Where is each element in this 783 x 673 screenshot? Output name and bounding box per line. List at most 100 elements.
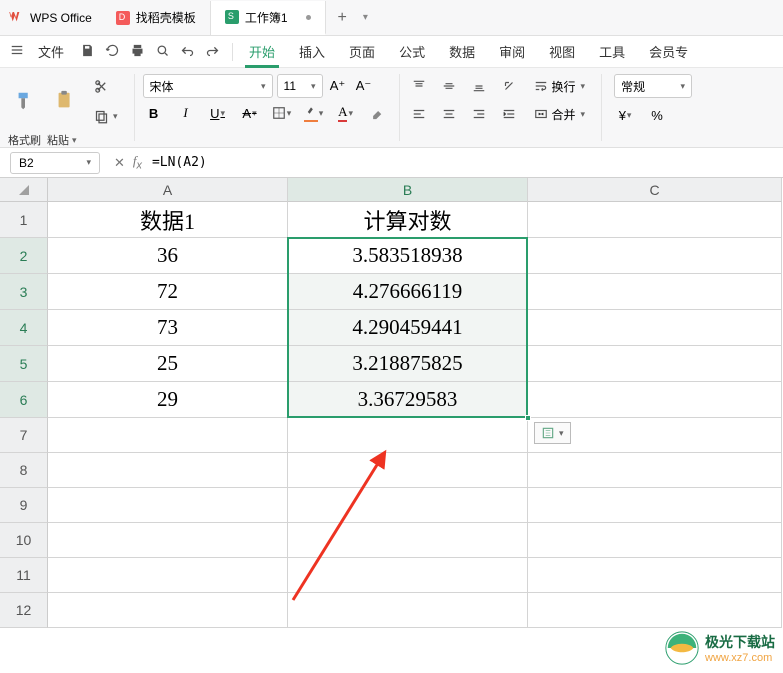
cell-C12[interactable]	[528, 593, 782, 628]
format-painter-button[interactable]	[8, 86, 42, 116]
cell-B9[interactable]	[288, 488, 528, 523]
fx-icon[interactable]: fx	[133, 153, 142, 172]
cell-B6[interactable]: 3.36729583	[288, 382, 528, 418]
cell-B11[interactable]	[288, 558, 528, 593]
cell-C11[interactable]	[528, 558, 782, 593]
cell-A11[interactable]	[48, 558, 288, 593]
cell-B7[interactable]	[288, 418, 528, 453]
cell-A2[interactable]: 36	[48, 238, 288, 274]
cell-A10[interactable]	[48, 523, 288, 558]
cell-B2[interactable]: 3.583518938	[288, 238, 528, 274]
cell-B4[interactable]: 4.290459441	[288, 310, 528, 346]
bold-button[interactable]: B	[143, 102, 165, 124]
cut-button[interactable]	[88, 74, 124, 98]
menu-page[interactable]: 页面	[337, 36, 387, 68]
col-header-B[interactable]: B	[288, 178, 528, 202]
row-header-6[interactable]: 6	[0, 382, 48, 418]
save-icon[interactable]	[80, 43, 95, 61]
menu-review[interactable]: 审阅	[487, 36, 537, 68]
col-header-C[interactable]: C	[528, 178, 782, 202]
cell-A6[interactable]: 29	[48, 382, 288, 418]
cell-A4[interactable]: 73	[48, 310, 288, 346]
percent-button[interactable]: %	[646, 104, 668, 126]
merge-button[interactable]: 合并▾	[528, 102, 592, 126]
cell-C9[interactable]	[528, 488, 782, 523]
cell-B5[interactable]: 3.218875825	[288, 346, 528, 382]
row-header-8[interactable]: 8	[0, 453, 48, 488]
row-header-7[interactable]: 7	[0, 418, 48, 453]
decrease-font-button[interactable]: A⁻	[353, 75, 375, 97]
cell-C4[interactable]	[528, 310, 782, 346]
copy-button[interactable]: ▾	[88, 104, 124, 128]
cell-A5[interactable]: 25	[48, 346, 288, 382]
file-menu[interactable]: 文件	[30, 42, 72, 61]
font-size-select[interactable]: 11▾	[277, 74, 323, 98]
cell-C2[interactable]	[528, 238, 782, 274]
hamburger-icon[interactable]	[4, 43, 30, 60]
wrap-text-button[interactable]: 换行▾	[528, 74, 592, 98]
orientation-button[interactable]	[498, 75, 520, 97]
menu-member[interactable]: 会员专	[637, 36, 700, 68]
menu-start[interactable]: 开始	[237, 36, 287, 68]
cell-B10[interactable]	[288, 523, 528, 558]
cell-A12[interactable]	[48, 593, 288, 628]
cell-B12[interactable]	[288, 593, 528, 628]
row-header-3[interactable]: 3	[0, 274, 48, 310]
preview-icon[interactable]	[155, 43, 170, 61]
paste-button[interactable]	[48, 86, 82, 116]
cell-C3[interactable]	[528, 274, 782, 310]
strikethrough-button[interactable]: A▾	[239, 102, 261, 124]
cell-A7[interactable]	[48, 418, 288, 453]
row-header-9[interactable]: 9	[0, 488, 48, 523]
font-color-button[interactable]: A▾	[335, 102, 357, 124]
tab-workbook1[interactable]: 工作簿1	[211, 1, 326, 35]
menu-data[interactable]: 数据	[437, 36, 487, 68]
cell-B3[interactable]: 4.276666119	[288, 274, 528, 310]
italic-button[interactable]: I	[175, 102, 197, 124]
cell-C8[interactable]	[528, 453, 782, 488]
cancel-formula-icon[interactable]: ✕	[114, 155, 125, 171]
currency-button[interactable]: ¥▾	[614, 104, 636, 126]
add-tab-button[interactable]: +	[326, 9, 359, 27]
align-middle-button[interactable]	[438, 75, 460, 97]
row-header-1[interactable]: 1	[0, 202, 48, 238]
autofill-options-button[interactable]: ▾	[534, 422, 571, 444]
border-button[interactable]: ▾	[271, 102, 293, 124]
align-bottom-button[interactable]	[468, 75, 490, 97]
menu-formula[interactable]: 公式	[387, 36, 437, 68]
menu-insert[interactable]: 插入	[287, 36, 337, 68]
cell-A9[interactable]	[48, 488, 288, 523]
refresh-icon[interactable]	[105, 43, 120, 61]
align-center-button[interactable]	[438, 103, 460, 125]
row-header-10[interactable]: 10	[0, 523, 48, 558]
print-icon[interactable]	[130, 43, 145, 61]
clear-format-button[interactable]	[367, 102, 389, 124]
cell-C1[interactable]	[528, 202, 782, 238]
fill-handle[interactable]	[525, 415, 531, 421]
cell-C6[interactable]	[528, 382, 782, 418]
row-header-2[interactable]: 2	[0, 238, 48, 274]
cell-C10[interactable]	[528, 523, 782, 558]
cell-B8[interactable]	[288, 453, 528, 488]
redo-icon[interactable]	[205, 43, 220, 61]
paste-label[interactable]: 粘贴▾	[47, 132, 77, 148]
fill-color-button[interactable]: ▾	[303, 102, 325, 124]
row-header-4[interactable]: 4	[0, 310, 48, 346]
number-format-select[interactable]: 常规▾	[614, 74, 692, 98]
cell-A1[interactable]: 数据1	[48, 202, 288, 238]
select-all-corner[interactable]	[0, 178, 48, 202]
undo-icon[interactable]	[180, 43, 195, 61]
tab-daokemuban[interactable]: 找稻壳模板	[102, 1, 211, 35]
align-left-button[interactable]	[408, 103, 430, 125]
menu-tools[interactable]: 工具	[587, 36, 637, 68]
cell-B1[interactable]: 计算对数	[288, 202, 528, 238]
row-header-5[interactable]: 5	[0, 346, 48, 382]
align-top-button[interactable]	[408, 75, 430, 97]
underline-button[interactable]: U▾	[207, 102, 229, 124]
col-header-A[interactable]: A	[48, 178, 288, 202]
align-right-button[interactable]	[468, 103, 490, 125]
cell-C5[interactable]	[528, 346, 782, 382]
name-box[interactable]: B2▾	[10, 152, 100, 174]
menu-view[interactable]: 视图	[537, 36, 587, 68]
cell-A8[interactable]	[48, 453, 288, 488]
